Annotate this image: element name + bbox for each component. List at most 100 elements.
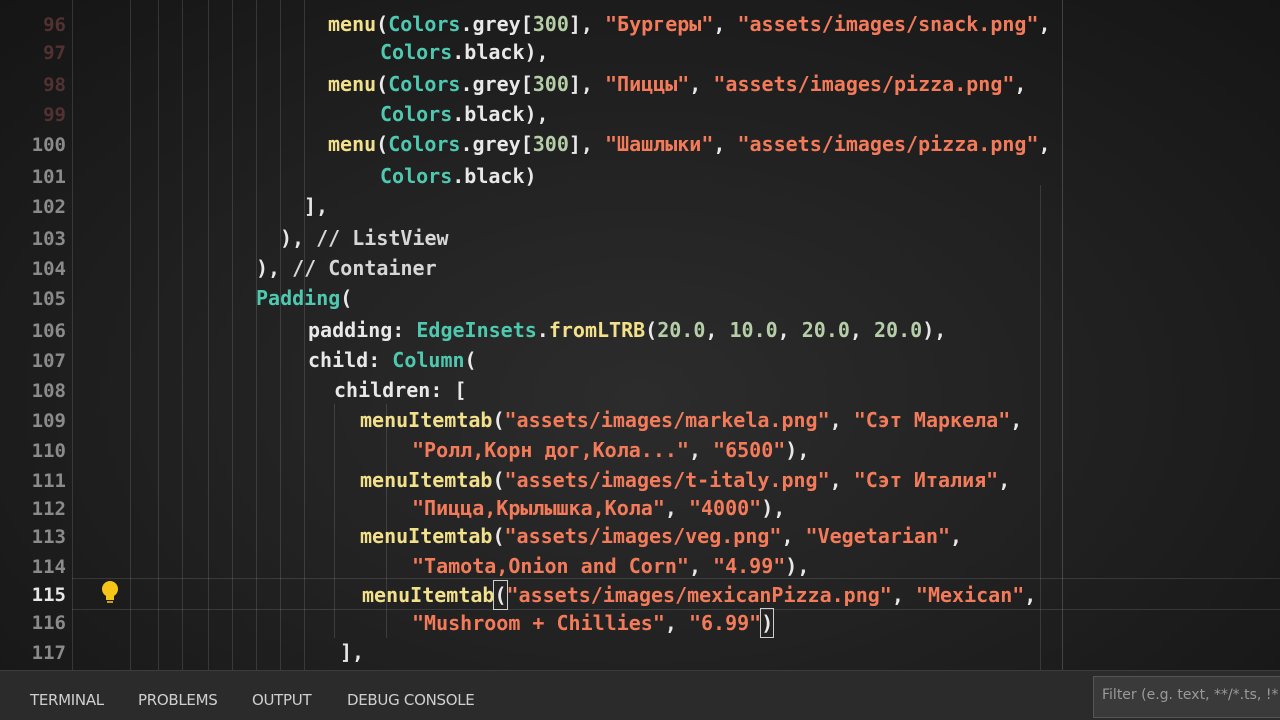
code-token: menu	[328, 12, 377, 36]
code-token: Colors	[388, 12, 461, 36]
code-line[interactable]: menuItemtab("assets/images/markela.png",…	[360, 406, 1022, 434]
line-number: 106	[31, 320, 66, 342]
code-token: ,	[1024, 583, 1037, 607]
indent-guide-line	[304, 0, 305, 670]
code-token: "assets/images/pizza.png"	[713, 72, 1015, 96]
code-token: 300	[532, 12, 569, 36]
code-line[interactable]: ],	[340, 638, 364, 666]
code-token: .	[452, 40, 465, 64]
code-token: "Vegetarian"	[805, 524, 951, 548]
line-number: 101	[31, 166, 66, 188]
code-token: 20.0	[657, 318, 706, 342]
line-number: 116	[31, 612, 66, 634]
code-token: )	[524, 164, 537, 188]
indent-guide-line	[256, 0, 257, 670]
filter-input[interactable]: Filter (e.g. text, **/*.ts, !*	[1093, 676, 1280, 718]
code-token: ,	[688, 438, 714, 462]
code-token: [	[520, 12, 533, 36]
code-token: Colors	[388, 132, 461, 156]
code-token: 20.0	[801, 318, 850, 342]
code-token: ,	[713, 132, 738, 156]
code-token: "Шашлыки"	[604, 132, 714, 156]
line-number: 109	[31, 410, 66, 432]
code-token: .	[460, 72, 473, 96]
code-token: // Container	[292, 256, 437, 280]
code-token: ,	[664, 496, 689, 520]
code-token: ),	[524, 40, 549, 64]
code-line[interactable]: Colors.black),	[380, 38, 549, 66]
code-token: ],	[568, 132, 605, 156]
tab-debug-console[interactable]: DEBUG CONSOLE	[347, 691, 475, 709]
code-token: grey	[472, 132, 521, 156]
code-token: ),	[761, 496, 786, 520]
code-token: "assets/images/t-italy.png"	[504, 468, 830, 492]
code-token: 300	[532, 132, 569, 156]
code-token: padding:	[308, 318, 417, 342]
code-line[interactable]: "Tamota,Onion and Corn", "4.99"),	[412, 552, 809, 580]
line-number: 111	[31, 470, 66, 492]
line-number-gutter: 96 97 98 99 100 101 102 103 104 105 106 107 108 109 11…	[0, 0, 72, 670]
code-token: "assets/images/mexicanPizza.png"	[506, 583, 892, 607]
code-token: "Mushroom + Chillies"	[412, 611, 665, 635]
code-token: Colors	[380, 40, 453, 64]
bottom-panel: TERMINAL PROBLEMS OUTPUT DEBUG CONSOLE	[0, 670, 1280, 720]
code-token: "Сэт Маркела"	[853, 408, 1011, 432]
tab-problems[interactable]: PROBLEMS	[138, 691, 218, 709]
indent-guide-line	[280, 0, 281, 670]
code-token: .	[452, 164, 465, 188]
code-line[interactable]: Padding(	[256, 284, 352, 312]
code-token: "Пиццы"	[604, 72, 690, 96]
line-number: 108	[31, 380, 66, 402]
code-token: grey	[472, 72, 521, 96]
code-token: 300	[532, 72, 569, 96]
code-token: "Бургеры"	[604, 12, 714, 36]
code-token: .	[460, 12, 473, 36]
code-line[interactable]: ],	[304, 192, 328, 220]
code-line[interactable]: ), // ListView	[280, 224, 449, 252]
code-line[interactable]: Colors.black)	[380, 162, 537, 190]
tab-terminal[interactable]: TERMINAL	[30, 691, 104, 709]
code-token: Colors	[380, 164, 453, 188]
code-line[interactable]: "Mushroom + Chillies", "6.99")	[412, 608, 775, 638]
code-token: "assets/images/pizza.png"	[737, 132, 1039, 156]
code-token: "6500"	[713, 438, 786, 462]
code-line[interactable]: menuItemtab("assets/images/veg.png", "Ve…	[360, 522, 962, 550]
code-token: black	[464, 40, 525, 64]
line-number: 98	[43, 74, 66, 96]
code-line[interactable]: menuItemtab("assets/images/mexicanPizza.…	[362, 580, 1037, 610]
code-token: [	[520, 72, 533, 96]
editor-ruler	[1062, 0, 1063, 670]
code-token: menu	[328, 132, 377, 156]
indent-guide-line	[208, 0, 209, 670]
indent-guide-line	[158, 0, 159, 670]
code-line[interactable]: children: [	[334, 376, 466, 404]
code-token: Colors	[380, 102, 453, 126]
code-token: "Mexican"	[915, 583, 1025, 607]
code-token: .	[452, 102, 465, 126]
code-token: "assets/images/veg.png"	[504, 524, 782, 548]
code-line[interactable]: menu(Colors.grey[300], "Бургеры", "asset…	[328, 10, 1051, 38]
code-token: ,	[849, 318, 875, 342]
code-token: (	[376, 132, 389, 156]
bracket-match: (	[493, 580, 508, 610]
line-number: 112	[31, 498, 66, 520]
code-token: ],	[340, 640, 365, 664]
code-line[interactable]: padding: EdgeInsets.fromLTRB(20.0, 10.0,…	[308, 316, 946, 344]
code-token: ),	[256, 256, 293, 280]
lightbulb-icon[interactable]	[100, 580, 120, 606]
code-line[interactable]: menu(Colors.grey[300], "Пиццы", "assets/…	[328, 70, 1026, 98]
code-line[interactable]: "Пицца,Крылышка,Кола", "4000"),	[412, 494, 785, 522]
code-line[interactable]: menuItemtab("assets/images/t-italy.png",…	[360, 466, 1010, 494]
line-number: 103	[31, 228, 66, 250]
filter-placeholder: Filter (e.g. text, **/*.ts, !*	[1102, 687, 1279, 703]
code-token: .	[460, 132, 473, 156]
code-token: ),	[785, 438, 810, 462]
tab-output[interactable]: OUTPUT	[252, 691, 312, 709]
code-line[interactable]: "Ролл,Корн дог,Кола...", "6500"),	[412, 436, 809, 464]
code-line[interactable]: menu(Colors.grey[300], "Шашлыки", "asset…	[328, 130, 1051, 158]
code-line[interactable]: ), // Container	[256, 254, 437, 282]
code-token: (	[492, 524, 505, 548]
code-line[interactable]: child: Column(	[308, 346, 477, 374]
code-line[interactable]: Colors.black),	[380, 100, 549, 128]
code-token: (	[645, 318, 658, 342]
